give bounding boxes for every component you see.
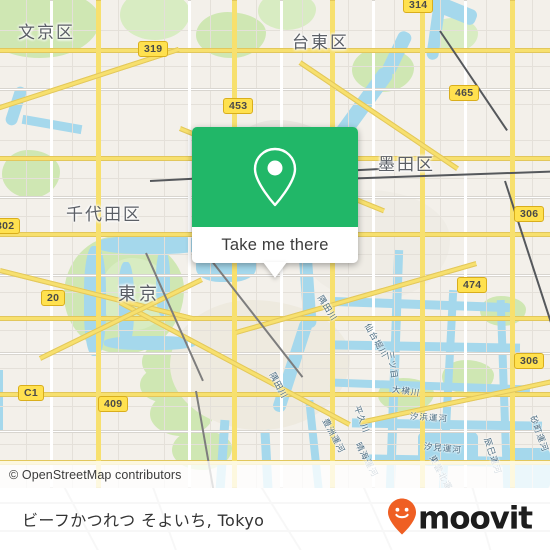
moovit-wordmark: moovit bbox=[418, 500, 533, 537]
route-shield: 302 bbox=[0, 218, 21, 234]
secondary-road bbox=[188, 0, 191, 488]
map-area-label: 東京 bbox=[118, 284, 160, 305]
route-shield: 465 bbox=[449, 85, 480, 101]
route-shield: 20 bbox=[41, 290, 66, 306]
minor-road bbox=[486, 0, 487, 488]
map-callout-card[interactable]: Take me there bbox=[192, 127, 358, 278]
moovit-smiley-pin-icon bbox=[387, 498, 417, 541]
minor-road bbox=[0, 66, 550, 67]
map-area-label: 文京区 bbox=[18, 23, 75, 43]
map-area-label: 千代田区 bbox=[66, 205, 142, 225]
minor-road bbox=[164, 0, 165, 488]
secondary-road bbox=[0, 430, 550, 433]
place-name: ビーフかつれつ そよいち, Tokyo bbox=[22, 511, 265, 530]
secondary-road bbox=[372, 0, 375, 488]
route-shield: C1 bbox=[18, 385, 45, 401]
minor-road bbox=[0, 330, 550, 331]
take-me-there-label: Take me there bbox=[221, 235, 329, 254]
minor-road bbox=[0, 104, 550, 105]
route-shield: 474 bbox=[457, 277, 488, 293]
map-canvas[interactable]: 文京区 台東区 墨田区 千代田区 東京 隅田川 隅田川 仙台堀川 三ツ目 大横川… bbox=[0, 0, 550, 488]
route-shield: 306 bbox=[514, 353, 545, 369]
attribution-text: © OpenStreetMap contributors bbox=[9, 467, 182, 482]
route-shield: 314 bbox=[403, 0, 434, 13]
minor-road bbox=[0, 368, 550, 369]
major-road bbox=[510, 0, 515, 488]
secondary-road bbox=[0, 352, 550, 355]
footer-bar: ビーフかつれつ そよいち, Tokyo moovit bbox=[0, 488, 550, 550]
minor-road bbox=[118, 0, 119, 488]
canal bbox=[0, 370, 3, 430]
route-shield: 409 bbox=[98, 396, 129, 412]
minor-road bbox=[0, 30, 550, 31]
minor-road bbox=[26, 0, 27, 488]
major-road bbox=[0, 48, 550, 53]
location-pin-icon bbox=[249, 145, 301, 209]
minor-road bbox=[0, 444, 550, 445]
moovit-map-screenshot: 文京区 台東区 墨田区 千代田区 東京 隅田川 隅田川 仙台堀川 三ツ目 大横川… bbox=[0, 0, 550, 550]
map-attribution: © OpenStreetMap contributors bbox=[0, 461, 550, 488]
take-me-there-button[interactable]: Take me there bbox=[192, 227, 358, 263]
route-shield: 306 bbox=[514, 206, 545, 222]
callout-header bbox=[192, 127, 358, 227]
map-area-label: 台東区 bbox=[292, 33, 349, 53]
map-area-label: 墨田区 bbox=[378, 155, 435, 175]
callout-pointer bbox=[263, 262, 287, 278]
palace-moat bbox=[84, 246, 106, 356]
moovit-logo[interactable]: moovit bbox=[387, 498, 533, 541]
water-label: 汐浜運河 bbox=[409, 412, 449, 425]
minor-road bbox=[0, 406, 550, 407]
route-shield: 319 bbox=[138, 41, 169, 57]
minor-road bbox=[72, 0, 73, 488]
route-shield: 453 bbox=[223, 98, 254, 114]
secondary-road bbox=[50, 0, 53, 488]
